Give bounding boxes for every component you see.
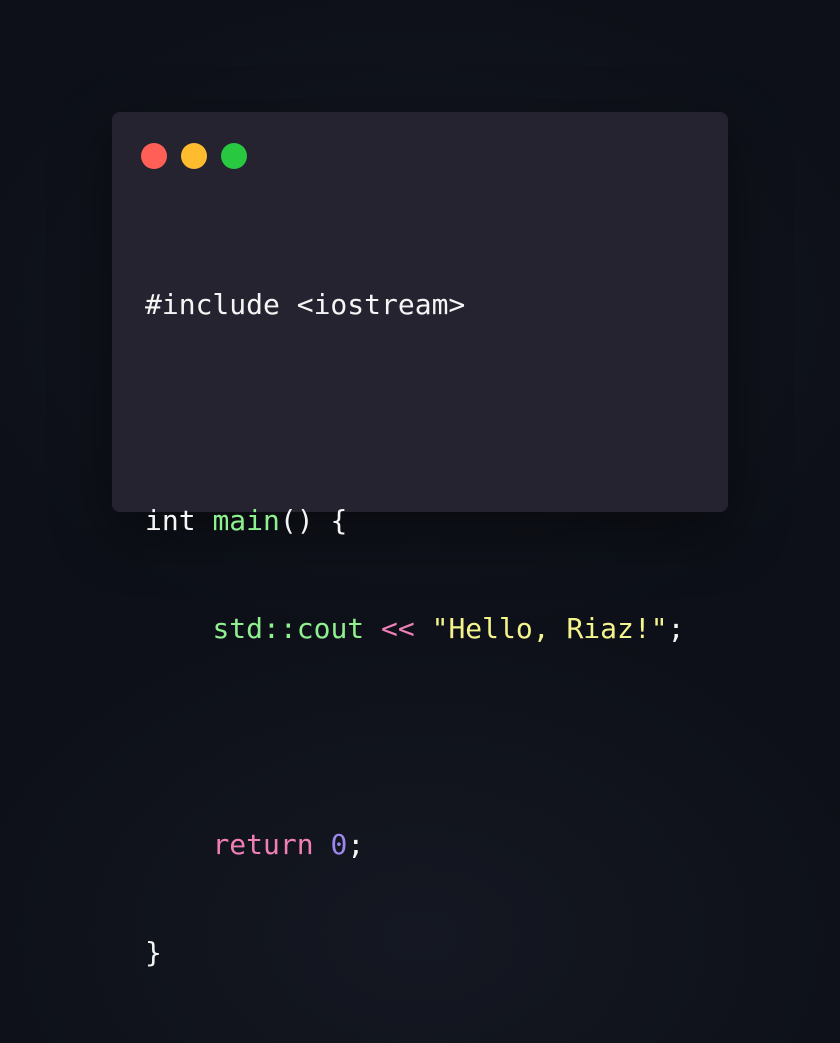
semicolon: ;: [347, 828, 365, 861]
number-literal: 0: [330, 828, 348, 861]
function-signature: () {: [279, 504, 348, 537]
code-line-6: return 0;: [145, 827, 684, 863]
code-line-7: }: [145, 935, 684, 971]
code-line-4: std::cout << "Hello, Riaz!";: [145, 611, 684, 647]
minimize-dot-icon[interactable]: [181, 143, 207, 169]
function-name: main: [212, 504, 280, 537]
include-directive: #include <iostream>: [145, 288, 466, 321]
window-controls: [141, 143, 247, 169]
stream-identifier: std::cout: [212, 612, 365, 645]
maximize-dot-icon[interactable]: [221, 143, 247, 169]
code-line-1: #include <iostream>: [145, 287, 684, 323]
code-block: #include <iostream> int main() { std::co…: [145, 215, 684, 1043]
string-literal: "Hello, Riaz!": [431, 612, 668, 645]
code-window: #include <iostream> int main() { std::co…: [112, 112, 728, 969]
return-keyword: return: [212, 828, 314, 861]
type-keyword: int: [145, 504, 196, 537]
code-line-3: int main() {: [145, 503, 684, 539]
stream-operator: <<: [381, 612, 415, 645]
closing-brace: }: [145, 936, 162, 969]
semicolon: ;: [667, 612, 685, 645]
close-dot-icon[interactable]: [141, 143, 167, 169]
